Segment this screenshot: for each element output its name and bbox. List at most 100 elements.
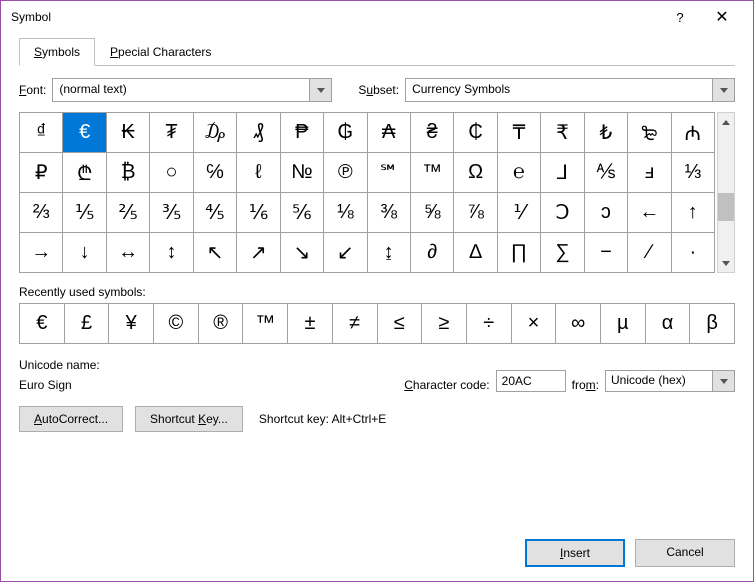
symbol-cell[interactable]: ⅖ [107,193,150,233]
recent-symbol-cell[interactable]: ∞ [556,304,601,344]
recent-symbol-cell[interactable]: ≥ [422,304,467,344]
symbol-cell[interactable]: ₫ [20,113,63,153]
symbol-cell[interactable]: ← [628,193,671,233]
symbol-cell[interactable]: ⅎ [628,153,671,193]
symbol-cell[interactable]: ₾ [63,153,106,193]
symbol-cell[interactable]: ↨ [368,233,411,273]
symbol-cell[interactable]: Ↄ [541,193,584,233]
symbol-cell[interactable]: ₻ [628,113,671,153]
recent-symbol-cell[interactable]: € [20,304,65,344]
symbol-cell[interactable]: ₱ [281,113,324,153]
font-combo-dropdown[interactable] [309,79,331,101]
symbol-cell[interactable]: ⅔ [20,193,63,233]
scroll-track[interactable] [718,131,734,254]
symbol-cell[interactable]: ⅓ [672,153,715,193]
scroll-down-button[interactable] [718,254,734,272]
recent-symbol-cell[interactable]: × [512,304,557,344]
help-button[interactable]: ? [659,1,701,33]
symbol-cell[interactable]: ↘ [281,233,324,273]
symbol-cell[interactable]: ∕ [628,233,671,273]
symbol-cell[interactable]: ₮ [150,113,193,153]
symbol-cell[interactable]: ∙ [672,233,715,273]
recent-symbol-cell[interactable]: β [690,304,735,344]
recent-symbol-cell[interactable]: ≤ [378,304,423,344]
symbol-cell[interactable]: ⅜ [368,193,411,233]
scroll-up-button[interactable] [718,113,734,131]
symbol-cell[interactable]: → [20,233,63,273]
symbol-cell[interactable]: ⅍ [585,153,628,193]
scroll-thumb[interactable] [718,193,734,221]
symbol-cell[interactable]: ↑ [672,193,715,233]
symbol-cell[interactable]: ℓ [237,153,280,193]
symbol-cell[interactable]: ↖ [194,233,237,273]
symbol-cell[interactable]: ⅞ [454,193,497,233]
symbol-cell[interactable]: ⅝ [411,193,454,233]
symbol-cell[interactable]: ₿ [107,153,150,193]
symbol-cell[interactable]: − [585,233,628,273]
recent-symbol-cell[interactable]: £ [65,304,110,344]
symbol-cell[interactable]: ₲ [324,113,367,153]
symbol-cell[interactable]: ⅟ [498,193,541,233]
symbol-cell[interactable]: Ω [454,153,497,193]
recent-symbol-cell[interactable]: ¥ [109,304,154,344]
symbol-cell[interactable]: ℅ [194,153,237,193]
recent-symbol-cell[interactable]: µ [601,304,646,344]
symbol-cell[interactable]: ℠ [368,153,411,193]
symbol-cell[interactable]: ↄ [585,193,628,233]
close-button[interactable]: ✕ [701,1,743,33]
symbol-cell[interactable]: ™ [411,153,454,193]
symbol-cell[interactable]: ₹ [541,113,584,153]
symbol-cell[interactable]: ↕ [150,233,193,273]
symbol-cell[interactable]: ↗ [237,233,280,273]
symbol-cell[interactable]: ₽ [20,153,63,193]
tab-symbols[interactable]: Symbols [19,38,95,66]
symbol-cell[interactable]: ⅘ [194,193,237,233]
symbol-cell[interactable]: ↓ [63,233,106,273]
symbol-cell[interactable]: ₼ [672,113,715,153]
autocorrect-button[interactable]: AutoCorrect... [19,406,123,432]
symbol-cell[interactable]: ₺ [585,113,628,153]
recent-symbol-cell[interactable]: © [154,304,199,344]
subset-combo-dropdown[interactable] [712,79,734,101]
recent-symbol-cell[interactable]: α [646,304,691,344]
symbol-cell[interactable]: ⅗ [150,193,193,233]
recent-symbol-cell[interactable]: ™ [243,304,288,344]
symbol-cell[interactable]: ₳ [368,113,411,153]
recent-symbol-cell[interactable]: ® [199,304,244,344]
symbol-cell[interactable]: ∏ [498,233,541,273]
symbol-cell[interactable]: ∆ [454,233,497,273]
recent-symbol-cell[interactable]: ÷ [467,304,512,344]
recent-symbol-cell[interactable]: ≠ [333,304,378,344]
symbol-cell[interactable]: ⅙ [237,193,280,233]
from-combo-dropdown[interactable] [712,371,734,391]
cancel-button[interactable]: Cancel [635,539,735,567]
symbol-cell[interactable]: ⅃ [541,153,584,193]
symbol-cell[interactable]: ⅕ [63,193,106,233]
insert-button[interactable]: Insert [525,539,625,567]
symbol-cell[interactable]: ○ [150,153,193,193]
symbol-cell[interactable]: ₰ [237,113,280,153]
char-code-input[interactable] [496,370,566,392]
symbol-cell[interactable]: ⅛ [324,193,367,233]
symbol-cell[interactable]: № [281,153,324,193]
subset-combo[interactable]: Currency Symbols [405,78,735,102]
symbol-cell[interactable]: ₵ [454,113,497,153]
symbol-cell[interactable]: ∑ [541,233,584,273]
symbol-cell[interactable]: ⅚ [281,193,324,233]
symbol-cell[interactable]: ₴ [411,113,454,153]
scrollbar[interactable] [717,112,735,273]
shortcut-key-button[interactable]: Shortcut Key... [135,406,243,432]
symbol-cell[interactable]: ₯ [194,113,237,153]
tab-special-characters[interactable]: Ppecial Characters [95,38,226,66]
recent-symbol-cell[interactable]: ± [288,304,333,344]
from-combo[interactable]: Unicode (hex) [605,370,735,392]
font-combo[interactable]: (normal text) [52,78,332,102]
symbol-cell[interactable]: ℮ [498,153,541,193]
symbol-cell[interactable]: ↔ [107,233,150,273]
symbol-cell[interactable]: ₭ [107,113,150,153]
symbol-cell[interactable]: ₸ [498,113,541,153]
symbol-cell[interactable]: € [63,113,106,153]
symbol-cell[interactable]: ↙ [324,233,367,273]
symbol-cell[interactable]: ∂ [411,233,454,273]
symbol-cell[interactable]: ℗ [324,153,367,193]
